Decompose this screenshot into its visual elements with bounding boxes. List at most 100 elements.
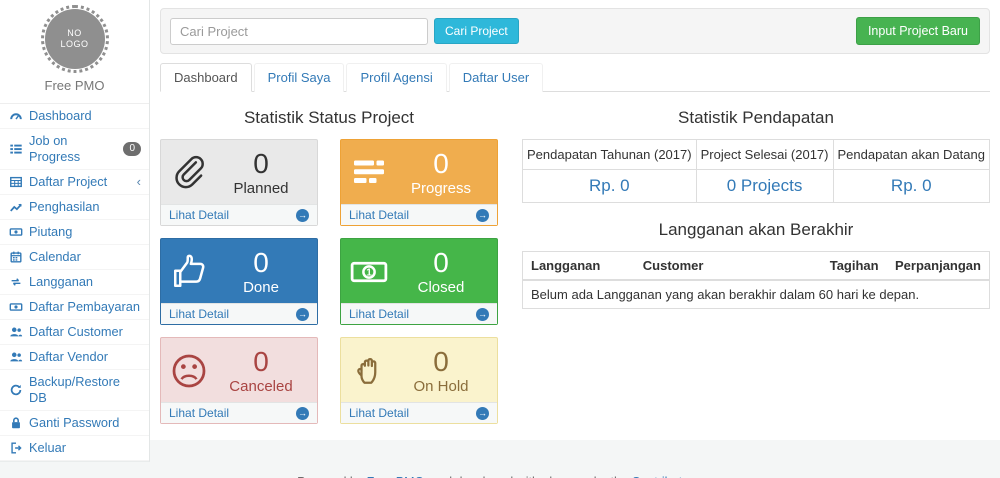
income-value-link[interactable]: Rp. 0	[891, 176, 932, 195]
thumbs-up-icon	[169, 252, 213, 292]
tab-bar: Dashboard Profil Saya Profil Agensi Daft…	[160, 63, 990, 92]
sidebar-item-calendar[interactable]: Calendar	[0, 245, 149, 270]
sidebar-item-job-on-progress[interactable]: Job on Progress 0	[0, 129, 149, 170]
income-value-link[interactable]: 0 Projects	[727, 176, 803, 195]
no-logo-text: NO LOGO	[58, 28, 92, 51]
subscription-header: Tagihan	[822, 252, 887, 281]
sidebar-item-backup-restore[interactable]: Backup/Restore DB	[0, 370, 149, 411]
subscription-table: Langganan Customer Tagihan Perpanjangan …	[522, 251, 990, 309]
income-table: Pendapatan Tahunan (2017) Project Selesa…	[522, 139, 990, 203]
sidebar-item-label: Piutang	[29, 224, 72, 240]
page-footer: Powered by Free PMO, and developed with …	[0, 462, 1000, 478]
svg-text:1: 1	[366, 267, 372, 278]
card-body: 0 Progress	[341, 140, 497, 204]
sidebar-item-daftar-vendor[interactable]: Daftar Vendor	[0, 345, 149, 370]
subscription-header: Langganan	[523, 252, 635, 281]
status-card-planned: 0 Planned Lihat Detail →	[160, 139, 318, 226]
sidebar-item-keluar[interactable]: Keluar	[0, 436, 149, 461]
card-label: Canceled	[213, 378, 309, 395]
hand-stop-icon	[349, 351, 393, 391]
income-cell: Rp. 0	[523, 170, 697, 203]
sidebar-item-langganan[interactable]: Langganan	[0, 270, 149, 295]
card-value: 0	[213, 149, 309, 178]
chevron-left-icon: ‹	[137, 177, 141, 187]
lihat-detail-link[interactable]: Lihat Detail →	[341, 204, 497, 225]
card-stats: 0 On Hold	[393, 347, 489, 394]
dashboard-icon	[9, 109, 23, 123]
status-section-title: Statistik Status Project	[160, 108, 498, 128]
sidebar-item-dashboard[interactable]: Dashboard	[0, 104, 149, 129]
arrow-circle-right-icon: →	[476, 209, 489, 222]
lihat-detail-link[interactable]: Lihat Detail →	[161, 303, 317, 324]
input-project-baru-button[interactable]: Input Project Baru	[856, 17, 980, 45]
arrow-circle-right-icon: →	[296, 209, 309, 222]
card-value: 0	[393, 149, 489, 178]
money-bill-icon: 1	[349, 252, 393, 292]
sidebar-item-daftar-project[interactable]: Daftar Project ‹	[0, 170, 149, 195]
card-stats: 0 Canceled	[213, 347, 309, 394]
repeat-icon	[9, 275, 23, 289]
status-card-on-hold: 0 On Hold Lihat Detail →	[340, 337, 498, 424]
sidebar-nav: Dashboard Job on Progress 0 Daftar Proje…	[0, 104, 149, 461]
calendar-icon	[9, 250, 23, 264]
subscription-header: Customer	[635, 252, 822, 281]
tab-profil-saya[interactable]: Profil Saya	[254, 63, 345, 92]
lihat-detail-link[interactable]: Lihat Detail →	[341, 303, 497, 324]
card-body: 0 Done	[161, 239, 317, 303]
subscription-header-row: Langganan Customer Tagihan Perpanjangan	[523, 252, 990, 281]
users-icon	[9, 325, 23, 339]
sidebar-item-label: Daftar Pembayaran	[29, 299, 140, 315]
paperclip-icon	[169, 153, 213, 193]
table-icon	[9, 175, 23, 189]
money-icon	[9, 225, 23, 239]
subscription-section-title: Langganan akan Berakhir	[522, 220, 990, 240]
income-section-title: Statistik Pendapatan	[522, 108, 990, 128]
sidebar-item-daftar-customer[interactable]: Daftar Customer	[0, 320, 149, 345]
sidebar-item-label: Daftar Project	[29, 174, 107, 190]
income-value-link[interactable]: Rp. 0	[589, 176, 630, 195]
lihat-detail-label: Lihat Detail	[349, 406, 409, 420]
subscription-empty-message: Belum ada Langganan yang akan berakhir d…	[523, 280, 990, 309]
tab-profil-agensi[interactable]: Profil Agensi	[346, 63, 446, 92]
search-panel: Cari Project Input Project Baru	[160, 8, 990, 54]
sidebar-item-label: Dashboard	[29, 108, 92, 124]
lihat-detail-link[interactable]: Lihat Detail →	[161, 402, 317, 423]
lock-icon	[9, 416, 23, 430]
arrow-circle-right-icon: →	[476, 407, 489, 420]
sidebar-item-label: Keluar	[29, 440, 66, 456]
main-content: Cari Project Input Project Baru Dashboar…	[150, 0, 1000, 440]
card-label: On Hold	[393, 378, 489, 395]
card-value: 0	[213, 248, 309, 277]
sidebar-item-label: Backup/Restore DB	[29, 374, 141, 406]
logo-box: NO LOGO Free PMO	[0, 0, 149, 104]
lihat-detail-link[interactable]: Lihat Detail →	[341, 402, 497, 423]
status-column: Statistik Status Project 0 Planned	[160, 98, 498, 424]
tab-daftar-user[interactable]: Daftar User	[449, 63, 543, 92]
users-icon	[9, 350, 23, 364]
card-value: 0	[213, 347, 309, 376]
card-stats: 0 Progress	[393, 149, 489, 196]
sign-out-icon	[9, 441, 23, 455]
lihat-detail-link[interactable]: Lihat Detail →	[161, 204, 317, 225]
sidebar-item-label: Daftar Customer	[29, 324, 123, 340]
tasks-icon	[349, 153, 393, 193]
lihat-detail-label: Lihat Detail	[169, 208, 229, 222]
lihat-detail-label: Lihat Detail	[169, 406, 229, 420]
sidebar-item-penghasilan[interactable]: Penghasilan	[0, 195, 149, 220]
line-chart-icon	[9, 200, 23, 214]
search-button[interactable]: Cari Project	[434, 18, 519, 44]
search-input[interactable]	[170, 18, 428, 45]
tab-dashboard[interactable]: Dashboard	[160, 63, 252, 92]
sidebar-item-ganti-password[interactable]: Ganti Password	[0, 411, 149, 436]
brand-name: Free PMO	[0, 78, 149, 93]
sidebar-item-label: Langganan	[29, 274, 93, 290]
sidebar-item-daftar-pembayaran[interactable]: Daftar Pembayaran	[0, 295, 149, 320]
card-stats: 0 Planned	[213, 149, 309, 196]
sidebar-item-label: Calendar	[29, 249, 81, 265]
page: NO LOGO Free PMO Dashboard Job on Progre…	[0, 0, 1000, 462]
sidebar-item-piutang[interactable]: Piutang	[0, 220, 149, 245]
status-card-progress: 0 Progress Lihat Detail →	[340, 139, 498, 226]
arrow-circle-right-icon: →	[476, 308, 489, 321]
sidebar-item-label: Penghasilan	[29, 199, 99, 215]
status-card-grid: 0 Planned Lihat Detail →	[160, 139, 498, 424]
